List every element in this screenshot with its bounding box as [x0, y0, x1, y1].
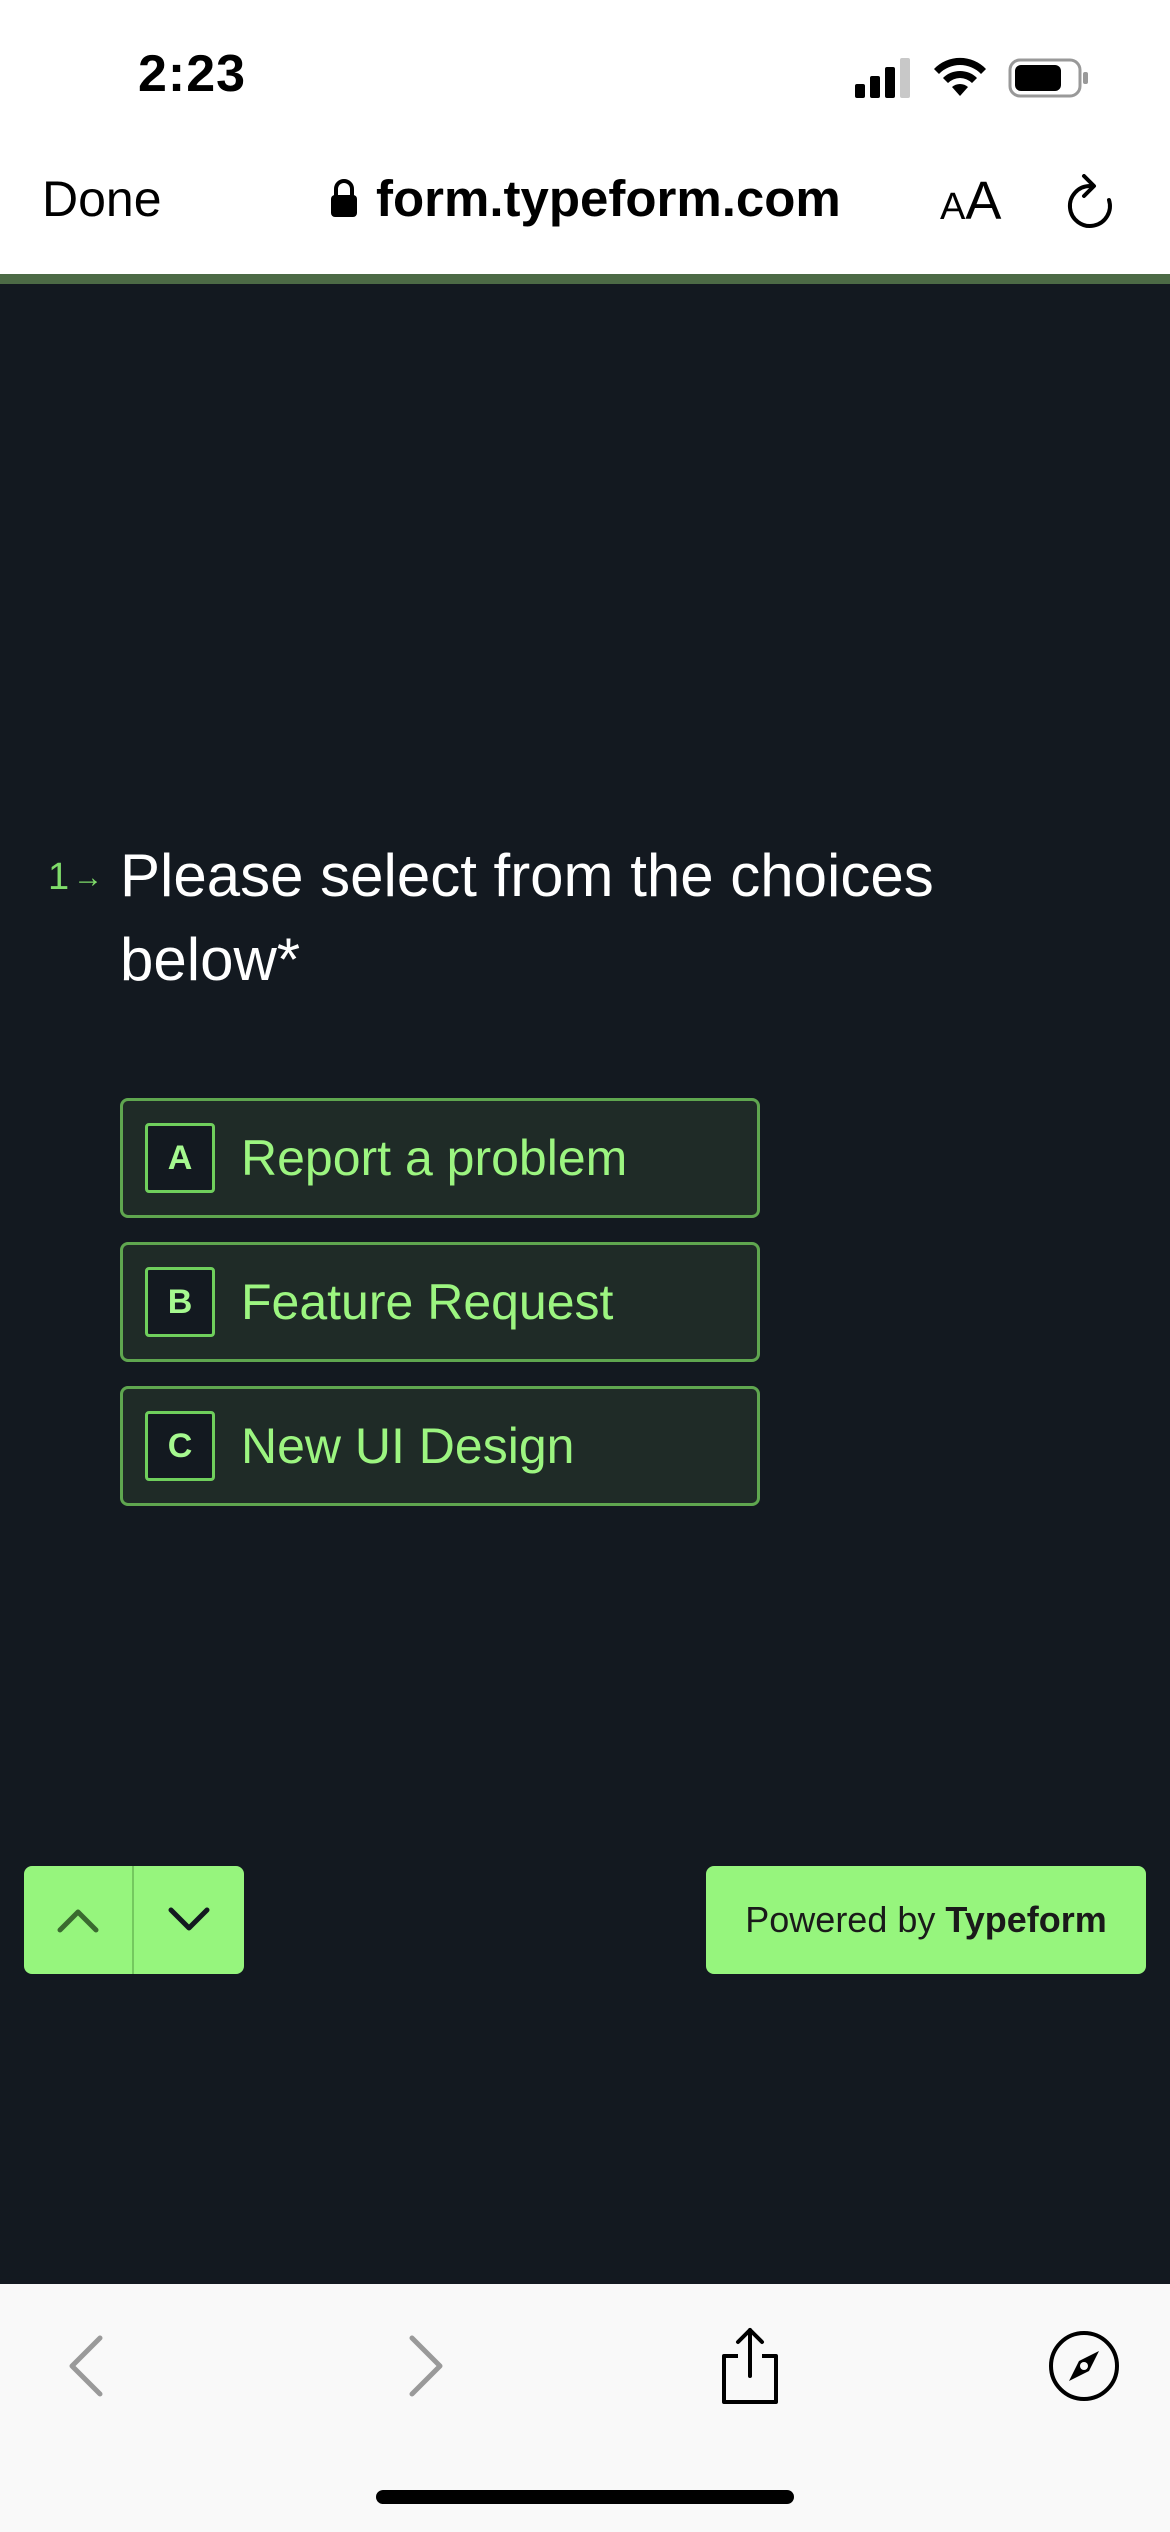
- share-icon[interactable]: [710, 2326, 790, 2406]
- previous-question-button[interactable]: [24, 1866, 134, 1974]
- choice-key-b: B: [145, 1267, 215, 1337]
- choice-option-a[interactable]: A Report a problem: [120, 1098, 760, 1218]
- chevron-up-icon: [57, 1909, 99, 1933]
- back-icon[interactable]: [48, 2326, 128, 2406]
- lock-icon: [331, 179, 357, 217]
- text-size-button[interactable]: AA: [940, 170, 1001, 232]
- choice-option-c[interactable]: C New UI Design: [120, 1386, 760, 1506]
- text-size-large-label: A: [965, 171, 1002, 231]
- form-content: 1 → Please select from the choices below…: [0, 284, 1170, 2284]
- done-button[interactable]: Done: [42, 170, 162, 228]
- reload-icon[interactable]: [1062, 174, 1118, 234]
- text-size-small-label: A: [940, 186, 966, 228]
- powered-by-typeform-button[interactable]: Powered by Typeform: [706, 1866, 1146, 1974]
- url-display[interactable]: form.typeform.com: [330, 168, 841, 228]
- wifi-icon: [934, 57, 986, 96]
- powered-by-brand: Typeform: [945, 1899, 1107, 1940]
- powered-by-prefix: Powered by: [745, 1899, 936, 1940]
- chevron-down-icon: [168, 1907, 210, 1931]
- url-text: form.typeform.com: [376, 169, 841, 227]
- form-progress-bar: [0, 274, 1170, 284]
- choice-key-c: C: [145, 1411, 215, 1481]
- forward-icon[interactable]: [384, 2326, 464, 2406]
- choice-label-b: Feature Request: [241, 1274, 614, 1330]
- choice-label-a: Report a problem: [241, 1130, 628, 1186]
- cellular-signal-icon: [855, 58, 910, 98]
- battery-icon: [1008, 58, 1088, 98]
- home-indicator: [376, 2490, 794, 2504]
- arrow-right-icon: →: [73, 860, 104, 894]
- choice-label-c: New UI Design: [241, 1418, 575, 1474]
- question-number-value: 1: [48, 856, 70, 898]
- choice-option-b[interactable]: B Feature Request: [120, 1242, 760, 1362]
- choice-key-a: A: [145, 1123, 215, 1193]
- next-question-button[interactable]: [134, 1866, 244, 1974]
- compass-icon[interactable]: [1044, 2326, 1124, 2406]
- browser-address-bar: Done form.typeform.com AA: [0, 140, 1170, 274]
- question-navigation: [24, 1866, 244, 1974]
- status-bar: 2:23: [0, 0, 1170, 140]
- question-text: Please select from the choices below*: [120, 842, 934, 993]
- question-number: 1 →: [48, 856, 103, 899]
- status-time: 2:23: [138, 45, 247, 103]
